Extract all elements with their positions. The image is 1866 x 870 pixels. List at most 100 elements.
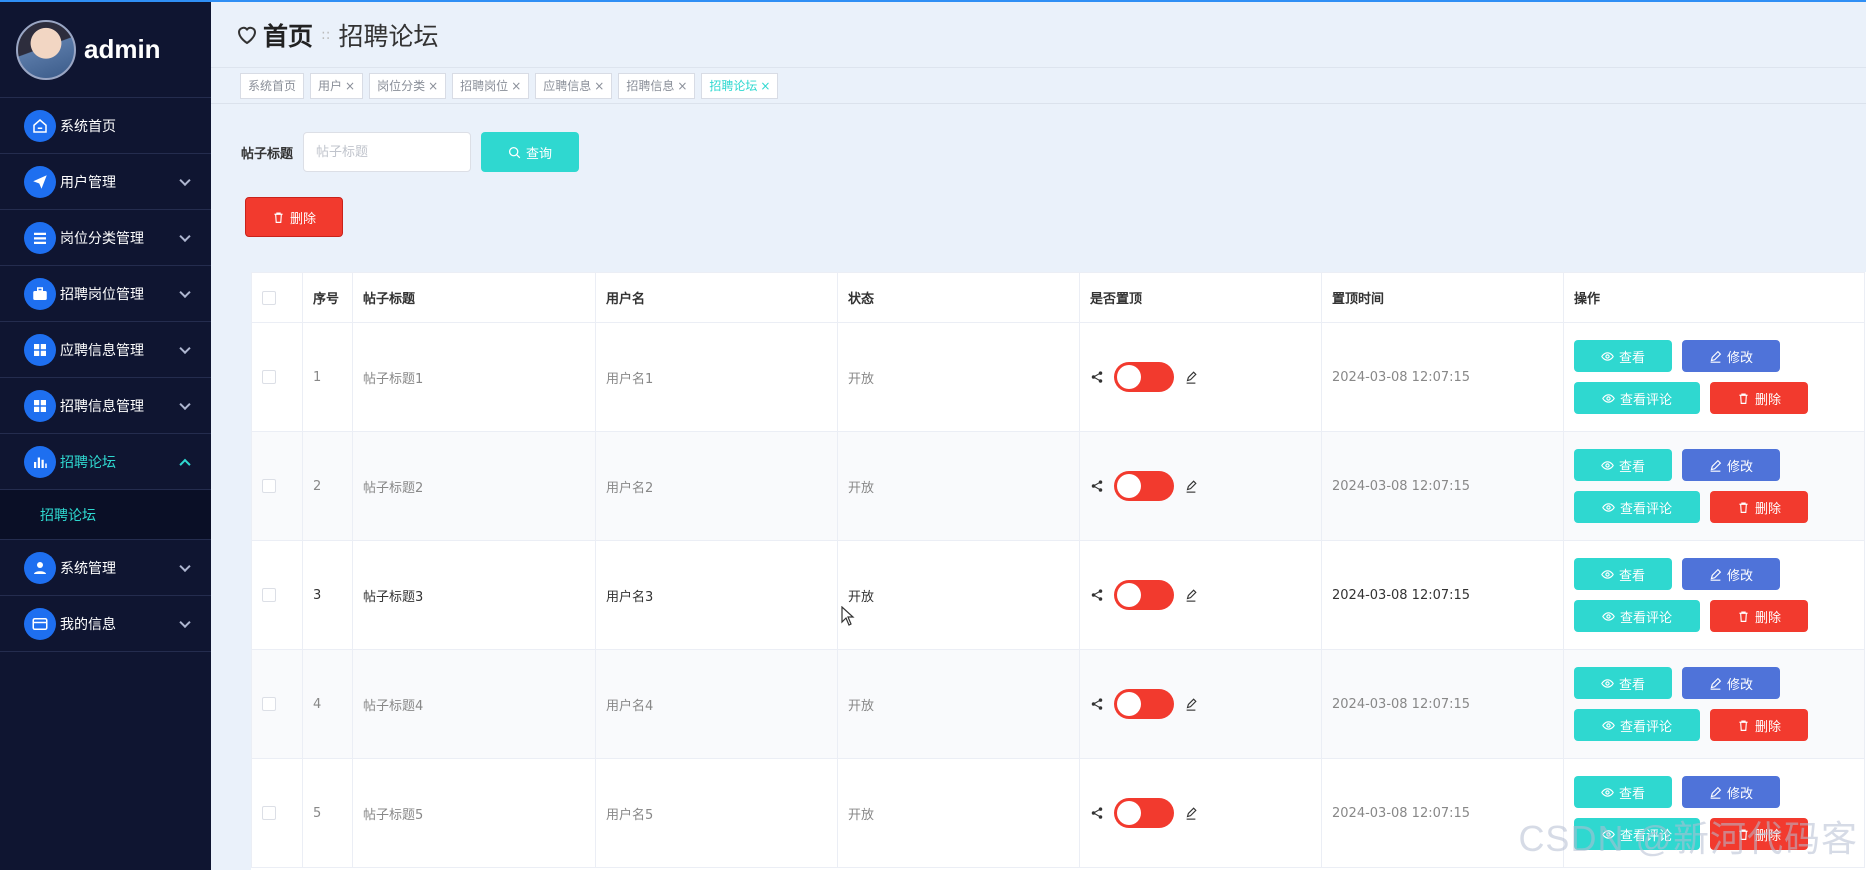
pin-toggle[interactable] [1114, 362, 1174, 392]
row-checkbox[interactable] [262, 370, 276, 384]
view-button[interactable]: 查看 [1574, 340, 1672, 372]
edit-button[interactable]: 修改 [1682, 558, 1780, 590]
close-icon[interactable]: × [760, 79, 770, 93]
query-button[interactable]: 查询 [481, 132, 580, 172]
trash-icon [1739, 719, 1748, 731]
pin-toggle[interactable] [1114, 689, 1174, 719]
chevron-down-icon [179, 286, 191, 298]
view-comments-button[interactable]: 查看评论 [1574, 600, 1700, 632]
delete-button[interactable]: 删除 [1710, 600, 1808, 632]
close-icon[interactable]: × [594, 79, 604, 93]
view-label: 查看 [1618, 568, 1645, 584]
view-comments-button[interactable]: 查看评论 [1574, 818, 1700, 850]
tag-forum[interactable]: 招聘论坛 × [701, 72, 779, 99]
pin-time-cell: 2024-03-08 12:07:15 [1321, 758, 1564, 868]
view-comments-button[interactable]: 查看评论 [1574, 382, 1700, 414]
delete-button[interactable]: 删除 [1710, 818, 1808, 850]
table-header-row: 序号 帖子标题 用户名 状态 是否置顶 置顶时间 操作 [251, 272, 1865, 323]
column-header[interactable]: 置顶时间 [1321, 272, 1564, 323]
delete-button[interactable]: 删除 [1710, 709, 1808, 741]
tag-users[interactable]: 用户 × [310, 72, 364, 99]
column-header[interactable]: 序号 [302, 272, 353, 323]
share-icon[interactable] [1090, 697, 1104, 711]
tag-applications[interactable]: 应聘信息 × [535, 72, 613, 99]
close-icon[interactable]: × [511, 79, 521, 93]
status-cell: 开放 [837, 758, 1080, 868]
column-header[interactable]: 帖子标题 [352, 272, 596, 323]
share-icon[interactable] [1090, 370, 1104, 384]
sidebar-item-applications[interactable]: 应聘信息管理 [0, 322, 211, 378]
tag-recruit-info[interactable]: 招聘信息 × [618, 72, 696, 99]
view-button[interactable]: 查看 [1574, 449, 1672, 481]
column-header[interactable]: 用户名 [595, 272, 838, 323]
sidebar-item-users[interactable]: 用户管理 [0, 154, 211, 210]
sidebar-item-recruit-info[interactable]: 招聘信息管理 [0, 378, 211, 434]
edit-button[interactable]: 修改 [1682, 667, 1780, 699]
tag-job-posts[interactable]: 招聘岗位 × [452, 72, 530, 99]
sidebar-item-job-category[interactable]: 岗位分类管理 [0, 210, 211, 266]
view-comments-button[interactable]: 查看评论 [1574, 491, 1700, 523]
pin-toggle[interactable] [1114, 580, 1174, 610]
sidebar-item-home[interactable]: 系统首页 [0, 98, 211, 154]
tag-home[interactable]: 系统首页 [240, 72, 305, 99]
view-button[interactable]: 查看 [1574, 776, 1672, 808]
sidebar-subitem-forum[interactable]: 招聘论坛 [0, 490, 211, 540]
table-row: 2 帖子标题2 用户名2 开放 2024-03-08 12:07:15 查看 修改 查看评论 删… [251, 431, 1865, 541]
actions-cell: 查看 修改查看评论 删除 [1563, 540, 1865, 650]
tag-job-category[interactable]: 岗位分类 × [369, 72, 447, 99]
edit-pin-icon[interactable] [1184, 588, 1198, 602]
sidebar-item-system[interactable]: 系统管理 [0, 540, 211, 596]
row-checkbox[interactable] [262, 588, 276, 602]
batch-delete-button[interactable]: 删除 [245, 197, 343, 237]
trash-icon [274, 211, 283, 223]
column-header[interactable]: 状态 [837, 272, 1080, 323]
chevron-down-icon [179, 230, 191, 242]
share-icon[interactable] [1090, 806, 1104, 820]
edit-pin-icon[interactable] [1184, 806, 1198, 820]
row-checkbox[interactable] [262, 697, 276, 711]
view-button[interactable]: 查看 [1574, 667, 1672, 699]
edit-button[interactable]: 修改 [1682, 449, 1780, 481]
tag-label: 招聘岗位 [460, 79, 509, 93]
page-title: 招聘论坛 [338, 21, 439, 51]
pin-toggle[interactable] [1114, 471, 1174, 501]
delete-button[interactable]: 删除 [1710, 491, 1808, 523]
view-button[interactable]: 查看 [1574, 558, 1672, 590]
edit-pin-icon[interactable] [1184, 697, 1198, 711]
view-comments-button[interactable]: 查看评论 [1574, 709, 1700, 741]
chevron-down-icon [179, 174, 191, 186]
row-checkbox[interactable] [262, 806, 276, 820]
toggle-knob [1117, 801, 1141, 825]
pin-time-cell: 2024-03-08 12:07:15 [1321, 431, 1564, 541]
status-cell: 开放 [837, 322, 1080, 432]
close-icon[interactable]: × [428, 79, 438, 93]
edit-button[interactable]: 修改 [1682, 340, 1780, 372]
column-header[interactable]: 是否置顶 [1079, 272, 1322, 323]
share-icon[interactable] [1090, 479, 1104, 493]
search-input[interactable] [303, 132, 472, 172]
edit-label: 修改 [1726, 568, 1753, 584]
status-cell: 开放 [837, 649, 1080, 759]
edit-icon [1710, 568, 1722, 581]
close-icon[interactable]: × [345, 79, 355, 93]
select-all-checkbox[interactable] [262, 290, 276, 305]
eye-icon [1601, 460, 1614, 470]
pin-toggle[interactable] [1114, 798, 1174, 828]
view-comments-label: 查看评论 [1619, 828, 1672, 844]
sidebar-item-my-info[interactable]: 我的信息 [0, 596, 211, 652]
chevron-down-icon [179, 398, 191, 410]
breadcrumb-home[interactable]: 首页 [263, 17, 313, 53]
edit-pin-icon[interactable] [1184, 370, 1198, 384]
avatar[interactable] [16, 19, 76, 80]
close-icon[interactable]: × [677, 79, 687, 93]
brand: admin [0, 2, 211, 98]
sidebar-item-forum[interactable]: 招聘论坛 [0, 434, 211, 490]
edit-pin-icon[interactable] [1184, 479, 1198, 493]
sidebar-item-job-posts[interactable]: 招聘岗位管理 [0, 266, 211, 322]
row-checkbox[interactable] [262, 479, 276, 493]
edit-button[interactable]: 修改 [1682, 776, 1780, 808]
delete-button[interactable]: 删除 [1710, 382, 1808, 414]
index-cell: 1 [302, 322, 353, 432]
share-icon[interactable] [1090, 588, 1104, 602]
view-label: 查看 [1618, 786, 1645, 802]
